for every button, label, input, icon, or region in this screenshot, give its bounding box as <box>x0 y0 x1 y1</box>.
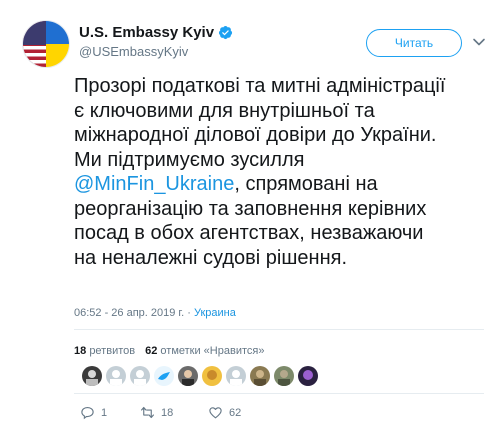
heart-icon <box>209 407 222 419</box>
retweets-label: ретвитов <box>89 345 136 357</box>
likes-count: 62 <box>145 345 158 357</box>
liker-avatar[interactable] <box>274 366 294 386</box>
retweets-count: 18 <box>74 345 87 357</box>
chevron-down-icon[interactable] <box>472 35 486 49</box>
retweet-count: 18 <box>161 406 174 419</box>
liker-avatar[interactable] <box>178 366 198 386</box>
liker-avatar[interactable] <box>154 366 174 386</box>
timestamp[interactable]: 06:52 - 26 апр. 2019 г. <box>74 307 184 319</box>
divider <box>74 393 484 394</box>
reply-button[interactable]: 1 <box>80 405 140 420</box>
like-button[interactable]: 62 <box>208 405 241 420</box>
liker-avatar[interactable] <box>130 366 150 386</box>
verified-badge-icon <box>219 25 233 40</box>
liker-avatar[interactable] <box>82 366 102 386</box>
liker-avatar[interactable] <box>298 366 318 386</box>
divider <box>74 329 484 330</box>
reply-icon <box>81 406 94 420</box>
location-link[interactable]: Украина <box>194 307 236 319</box>
liker-avatar[interactable] <box>250 366 270 386</box>
tweet-text: Прозорі податкові та митні адміністрації… <box>74 74 446 270</box>
liker-avatar[interactable] <box>226 366 246 386</box>
retweet-icon <box>141 406 154 419</box>
avatar[interactable] <box>22 20 70 68</box>
tweet-text-part: Прозорі податкові та митні адміністрації… <box>74 75 446 171</box>
likers-avatars <box>82 366 318 386</box>
display-name-text: U.S. Embassy Kyiv <box>79 24 215 41</box>
engagement-stats: 18 ретвитов 62 отметки «Нравится» <box>74 345 264 357</box>
display-name[interactable]: U.S. Embassy Kyiv <box>79 24 233 41</box>
tweet-actions: 1 18 62 <box>80 405 241 420</box>
follow-button[interactable]: Читать <box>366 29 462 57</box>
handle[interactable]: @USEmbassyKyiv <box>79 44 233 59</box>
liker-avatar[interactable] <box>106 366 126 386</box>
likes-label: отметки «Нравится» <box>160 345 265 357</box>
tweet-meta: 06:52 - 26 апр. 2019 г. · Украина <box>74 307 236 319</box>
retweet-button[interactable]: 18 <box>140 405 208 420</box>
likes-stat[interactable]: 62 отметки «Нравится» <box>145 345 264 357</box>
liker-avatar[interactable] <box>202 366 222 386</box>
retweets-stat[interactable]: 18 ретвитов <box>74 345 135 357</box>
reply-count: 1 <box>101 406 108 419</box>
like-count: 62 <box>229 406 242 419</box>
mention-link[interactable]: @MinFin_Ukraine <box>74 173 234 195</box>
flag-avatar-icon <box>23 21 69 67</box>
